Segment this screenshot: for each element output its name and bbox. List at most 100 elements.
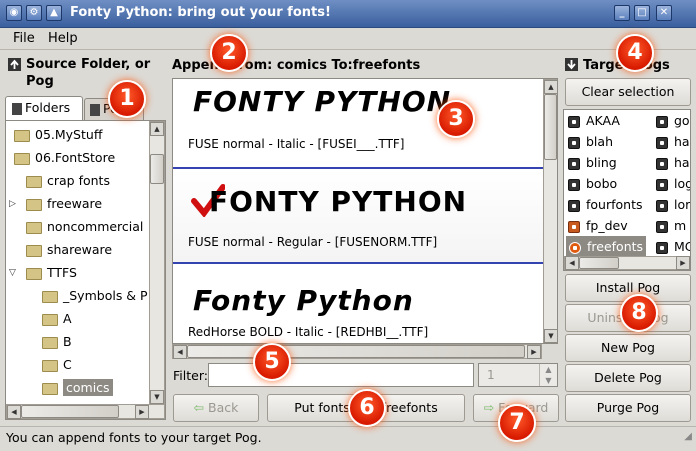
resize-grip-icon[interactable]: ◢	[684, 426, 692, 448]
pog-icon	[656, 136, 668, 149]
scroll-thumb[interactable]	[21, 405, 119, 418]
delete-pog-button[interactable]: Delete Pog	[565, 364, 691, 392]
scroll-thumb[interactable]	[544, 94, 557, 160]
pog-icon	[656, 220, 668, 233]
shade-icon[interactable]: ▲	[46, 5, 62, 21]
maximize-icon[interactable]: □	[634, 5, 650, 21]
font-item[interactable]: FONTY PYTHON FUSE normal - Italic - [FUS…	[173, 79, 543, 169]
pog-item[interactable]: go	[656, 110, 690, 131]
font-sample: FONTY PYTHON	[209, 185, 468, 218]
pog-item[interactable]: MC	[656, 236, 690, 257]
new-pog-button[interactable]: New Pog	[565, 334, 691, 362]
minimize-icon[interactable]: _	[614, 5, 630, 21]
pog-item[interactable]: m	[656, 215, 686, 236]
expand-arrow-icon[interactable]: ▷	[9, 199, 16, 209]
back-button[interactable]: ⇦ Back	[173, 394, 259, 422]
marker-1: 1	[108, 80, 146, 118]
marker-2: 2	[210, 34, 248, 72]
pog-item[interactable]: bling	[568, 152, 617, 173]
purge-pog-button[interactable]: Purge Pog	[565, 394, 691, 422]
scroll-left-icon[interactable]: ◀	[173, 345, 187, 359]
scroll-thumb[interactable]	[579, 257, 619, 269]
tree-hscrollbar[interactable]: ◀ ▶	[6, 404, 165, 419]
filter-input[interactable]	[208, 363, 474, 387]
scroll-down-icon[interactable]: ▼	[150, 390, 164, 404]
back-arrow-icon: ⇦	[193, 400, 205, 415]
pog-item[interactable]: ha	[656, 152, 690, 173]
tree-item[interactable]: TTFS	[26, 261, 77, 284]
pog-item[interactable]: log	[656, 173, 690, 194]
scroll-left-icon[interactable]: ◀	[565, 256, 579, 270]
pog-target-icon	[569, 241, 581, 254]
pog-item[interactable]: blah	[568, 131, 613, 152]
font-view[interactable]: FONTY PYTHON FUSE normal - Italic - [FUS…	[172, 78, 558, 344]
pog-item[interactable]: bobo	[568, 173, 617, 194]
pog-item-selected[interactable]: freefonts	[566, 236, 647, 257]
page-spinner[interactable]: 1 ▲ ▼	[478, 363, 558, 387]
pog-item[interactable]: fourfonts	[568, 194, 643, 215]
menu-file[interactable]: File	[13, 31, 35, 46]
scroll-thumb[interactable]	[150, 154, 164, 184]
tree-item[interactable]: 06.FontStore	[14, 146, 115, 169]
marker-5: 5	[253, 343, 291, 381]
page-value: 1	[487, 368, 495, 382]
pog-item[interactable]: lor	[656, 194, 690, 215]
scroll-up-icon[interactable]: ▲	[544, 80, 557, 94]
tree-item[interactable]: A	[42, 307, 72, 330]
tree-item[interactable]: C	[42, 353, 72, 376]
font-sample: FONTY PYTHON	[193, 85, 452, 118]
scroll-right-icon[interactable]: ▶	[527, 345, 541, 359]
tab-folders[interactable]: Folders	[5, 96, 83, 120]
pog-icon	[568, 136, 580, 149]
pog-icon	[568, 115, 580, 128]
tree-item[interactable]: crap fonts	[26, 169, 110, 192]
pog-icon	[656, 241, 668, 254]
pog-icon	[568, 199, 580, 212]
tree-item[interactable]: 05.MyStuff	[14, 123, 102, 146]
status-bar: You can append fonts to your target Pog.…	[0, 426, 696, 451]
font-item[interactable]: Fonty Python RedHorse BOLD - Italic - [R…	[173, 264, 543, 343]
marker-8: 8	[620, 294, 658, 332]
pog-icon	[568, 157, 580, 170]
tree-item[interactable]: shareware	[26, 238, 112, 261]
close-icon[interactable]: ✕	[656, 5, 672, 21]
pog-icon	[656, 115, 668, 128]
font-hscrollbar[interactable]: ◀ ▶	[172, 344, 542, 359]
status-text: You can append fonts to your target Pog.	[6, 430, 262, 445]
spin-arrows-icon[interactable]: ▲ ▼	[539, 364, 557, 386]
font-item-selected[interactable]: FONTY PYTHON FUSE normal - Regular - [FU…	[173, 169, 543, 264]
pog-item[interactable]: ha	[656, 131, 690, 152]
pin-icon[interactable]: ⚙	[26, 5, 42, 21]
scroll-left-icon[interactable]: ◀	[7, 405, 21, 419]
pog-item[interactable]: fp_dev	[568, 215, 628, 236]
pogs-tab-icon	[90, 103, 100, 116]
target-pog-list[interactable]: AKAA blah bling bobo fourfonts fp_dev fr…	[563, 109, 691, 271]
tree-item-selected[interactable]: comics	[42, 376, 113, 399]
tree-item[interactable]: noncommercial	[26, 215, 143, 238]
folder-icon	[26, 244, 42, 257]
tree-item[interactable]: B	[42, 330, 72, 353]
folder-tree[interactable]: 05.MyStuff 06.FontStore crap fonts ▷ fre…	[5, 120, 166, 420]
font-vscrollbar[interactable]: ▲ ▼	[543, 79, 557, 343]
forward-arrow-icon: ⇨	[483, 400, 495, 415]
tree-vscrollbar[interactable]: ▲ ▼	[149, 121, 165, 405]
pog-hscrollbar[interactable]: ◀ ▶	[564, 256, 690, 270]
scroll-right-icon[interactable]: ▶	[676, 256, 690, 270]
menu-help[interactable]: Help	[48, 31, 78, 46]
font-sample: Fonty Python	[193, 284, 414, 317]
tree-item[interactable]: freeware	[26, 192, 102, 215]
scroll-right-icon[interactable]: ▶	[135, 405, 149, 419]
tree-item[interactable]: _Symbols & P	[42, 284, 148, 307]
collapse-arrow-icon[interactable]: ▽	[9, 268, 16, 278]
folder-icon	[14, 129, 30, 142]
clear-selection-button[interactable]: Clear selection	[565, 78, 691, 106]
scroll-up-icon[interactable]: ▲	[150, 122, 164, 136]
folder-icon	[42, 290, 58, 303]
scroll-down-icon[interactable]: ▼	[544, 329, 557, 343]
pog-item[interactable]: AKAA	[568, 110, 620, 131]
folder-icon	[26, 221, 42, 234]
folder-icon	[42, 336, 58, 349]
app-menu-icon[interactable]: ◉	[6, 5, 22, 21]
marker-6: 6	[348, 389, 386, 427]
scroll-thumb[interactable]	[187, 345, 525, 358]
